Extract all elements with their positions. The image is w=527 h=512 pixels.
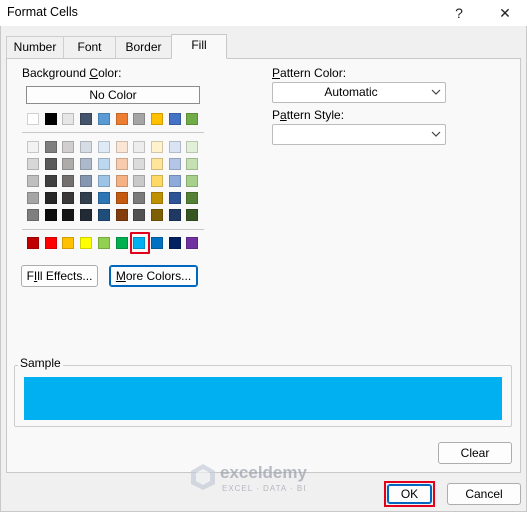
theme-tint-color-swatch[interactable] (169, 209, 181, 221)
standard-color-swatch[interactable] (80, 237, 92, 249)
dialog-title: Format Cells (7, 5, 78, 19)
theme-tint-color-swatch[interactable] (98, 192, 110, 204)
theme-tint-color-swatch[interactable] (98, 209, 110, 221)
theme-tint-color-swatch[interactable] (116, 192, 128, 204)
theme-tint-color-swatch[interactable] (116, 175, 128, 187)
theme-tint-color-swatch[interactable] (62, 192, 74, 204)
theme-tint-color-swatch[interactable] (98, 158, 110, 170)
theme-tint-color-swatch[interactable] (80, 175, 92, 187)
theme-tint-color-swatch[interactable] (62, 141, 74, 153)
theme-tint-color-swatch[interactable] (186, 158, 198, 170)
theme-color-swatch[interactable] (133, 113, 145, 125)
theme-tint-color-swatch[interactable] (80, 192, 92, 204)
theme-tint-color-swatch[interactable] (133, 192, 145, 204)
theme-tint-color-swatch[interactable] (151, 141, 163, 153)
standard-color-swatch[interactable] (45, 237, 57, 249)
theme-tint-color-swatch[interactable] (116, 209, 128, 221)
theme-tint-color-swatch[interactable] (45, 141, 57, 153)
standard-color-swatch[interactable] (98, 237, 110, 249)
pattern-style-dropdown[interactable] (272, 124, 446, 145)
standard-color-swatch[interactable] (62, 237, 74, 249)
theme-tint-color-swatch[interactable] (98, 141, 110, 153)
theme-tint-color-swatch[interactable] (186, 141, 198, 153)
pattern-color-label: Pattern Color: (272, 66, 347, 80)
close-button[interactable]: ✕ (490, 2, 520, 24)
theme-tint-color-swatch[interactable] (27, 158, 39, 170)
sample-label: Sample (18, 356, 63, 370)
background-color-label: Background Color: (22, 66, 122, 80)
cancel-button[interactable]: Cancel (447, 483, 521, 505)
tab-number[interactable]: Number (6, 36, 64, 58)
theme-tint-color-swatch[interactable] (45, 192, 57, 204)
theme-tint-color-swatch[interactable] (169, 175, 181, 187)
theme-tint-color-swatch[interactable] (27, 175, 39, 187)
theme-tint-color-swatch[interactable] (133, 141, 145, 153)
theme-tint-color-swatch[interactable] (133, 209, 145, 221)
theme-tint-color-swatch[interactable] (116, 141, 128, 153)
theme-tint-color-swatch[interactable] (151, 158, 163, 170)
watermark-tagline: EXCEL · DATA · BI (222, 484, 307, 493)
chevron-down-icon (431, 89, 441, 95)
standard-color-swatch[interactable] (27, 237, 39, 249)
theme-tint-color-swatch[interactable] (169, 141, 181, 153)
theme-tint-color-swatch[interactable] (169, 192, 181, 204)
no-color-button[interactable]: No Color (26, 86, 200, 104)
theme-tint-color-swatch[interactable] (27, 141, 39, 153)
standard-color-swatch[interactable] (116, 237, 128, 249)
theme-color-swatch[interactable] (62, 113, 74, 125)
exceldemy-logo-icon (191, 464, 215, 490)
theme-tint-color-swatch[interactable] (45, 158, 57, 170)
fill-effects-button[interactable]: FIll Effects... (21, 265, 98, 287)
ok-button[interactable]: OK (387, 484, 432, 504)
theme-color-swatch[interactable] (27, 113, 39, 125)
standard-color-swatch[interactable] (186, 237, 198, 249)
theme-tint-color-swatch[interactable] (80, 209, 92, 221)
theme-tint-color-swatch[interactable] (186, 175, 198, 187)
theme-tint-color-swatch[interactable] (116, 158, 128, 170)
theme-color-swatch[interactable] (80, 113, 92, 125)
palette-divider-top (22, 132, 204, 133)
more-colors-button[interactable]: More Colors... (109, 265, 198, 287)
theme-tint-color-swatch[interactable] (151, 209, 163, 221)
theme-color-swatch[interactable] (116, 113, 128, 125)
pattern-color-value: Automatic (324, 85, 378, 99)
selected-color-highlight (130, 232, 150, 254)
standard-color-swatch[interactable] (151, 237, 163, 249)
theme-tint-color-swatch[interactable] (151, 175, 163, 187)
pattern-color-dropdown[interactable]: Automatic (272, 82, 446, 103)
theme-color-swatch[interactable] (186, 113, 198, 125)
theme-tint-color-swatch[interactable] (133, 175, 145, 187)
close-icon: ✕ (499, 5, 511, 21)
theme-tint-color-swatch[interactable] (133, 158, 145, 170)
theme-tint-color-swatch[interactable] (186, 209, 198, 221)
theme-tint-color-swatch[interactable] (62, 209, 74, 221)
theme-tint-color-swatch[interactable] (186, 192, 198, 204)
tab-fill[interactable]: Fill (171, 34, 227, 59)
sample-preview (24, 377, 502, 420)
theme-tint-color-swatch[interactable] (62, 175, 74, 187)
theme-color-swatch[interactable] (169, 113, 181, 125)
theme-color-swatch[interactable] (151, 113, 163, 125)
tab-border[interactable]: Border (115, 36, 172, 58)
standard-color-swatch[interactable] (169, 237, 181, 249)
chevron-down-icon (431, 131, 441, 137)
theme-tint-color-swatch[interactable] (27, 192, 39, 204)
palette-divider-bottom (22, 229, 204, 230)
theme-tint-color-swatch[interactable] (80, 158, 92, 170)
tab-font[interactable]: Font (63, 36, 116, 58)
theme-tint-color-swatch[interactable] (27, 209, 39, 221)
theme-tint-color-swatch[interactable] (80, 141, 92, 153)
theme-color-swatch[interactable] (98, 113, 110, 125)
theme-tint-color-swatch[interactable] (169, 158, 181, 170)
theme-color-swatch[interactable] (45, 113, 57, 125)
theme-tint-color-swatch[interactable] (45, 209, 57, 221)
pattern-style-label: Pattern Style: (272, 108, 345, 122)
theme-tint-color-swatch[interactable] (151, 192, 163, 204)
theme-tint-color-swatch[interactable] (98, 175, 110, 187)
theme-tint-color-swatch[interactable] (45, 175, 57, 187)
watermark-name: exceldemy (220, 463, 307, 482)
clear-button[interactable]: Clear (438, 442, 512, 464)
help-button[interactable]: ? (444, 2, 474, 24)
theme-tint-color-swatch[interactable] (62, 158, 74, 170)
